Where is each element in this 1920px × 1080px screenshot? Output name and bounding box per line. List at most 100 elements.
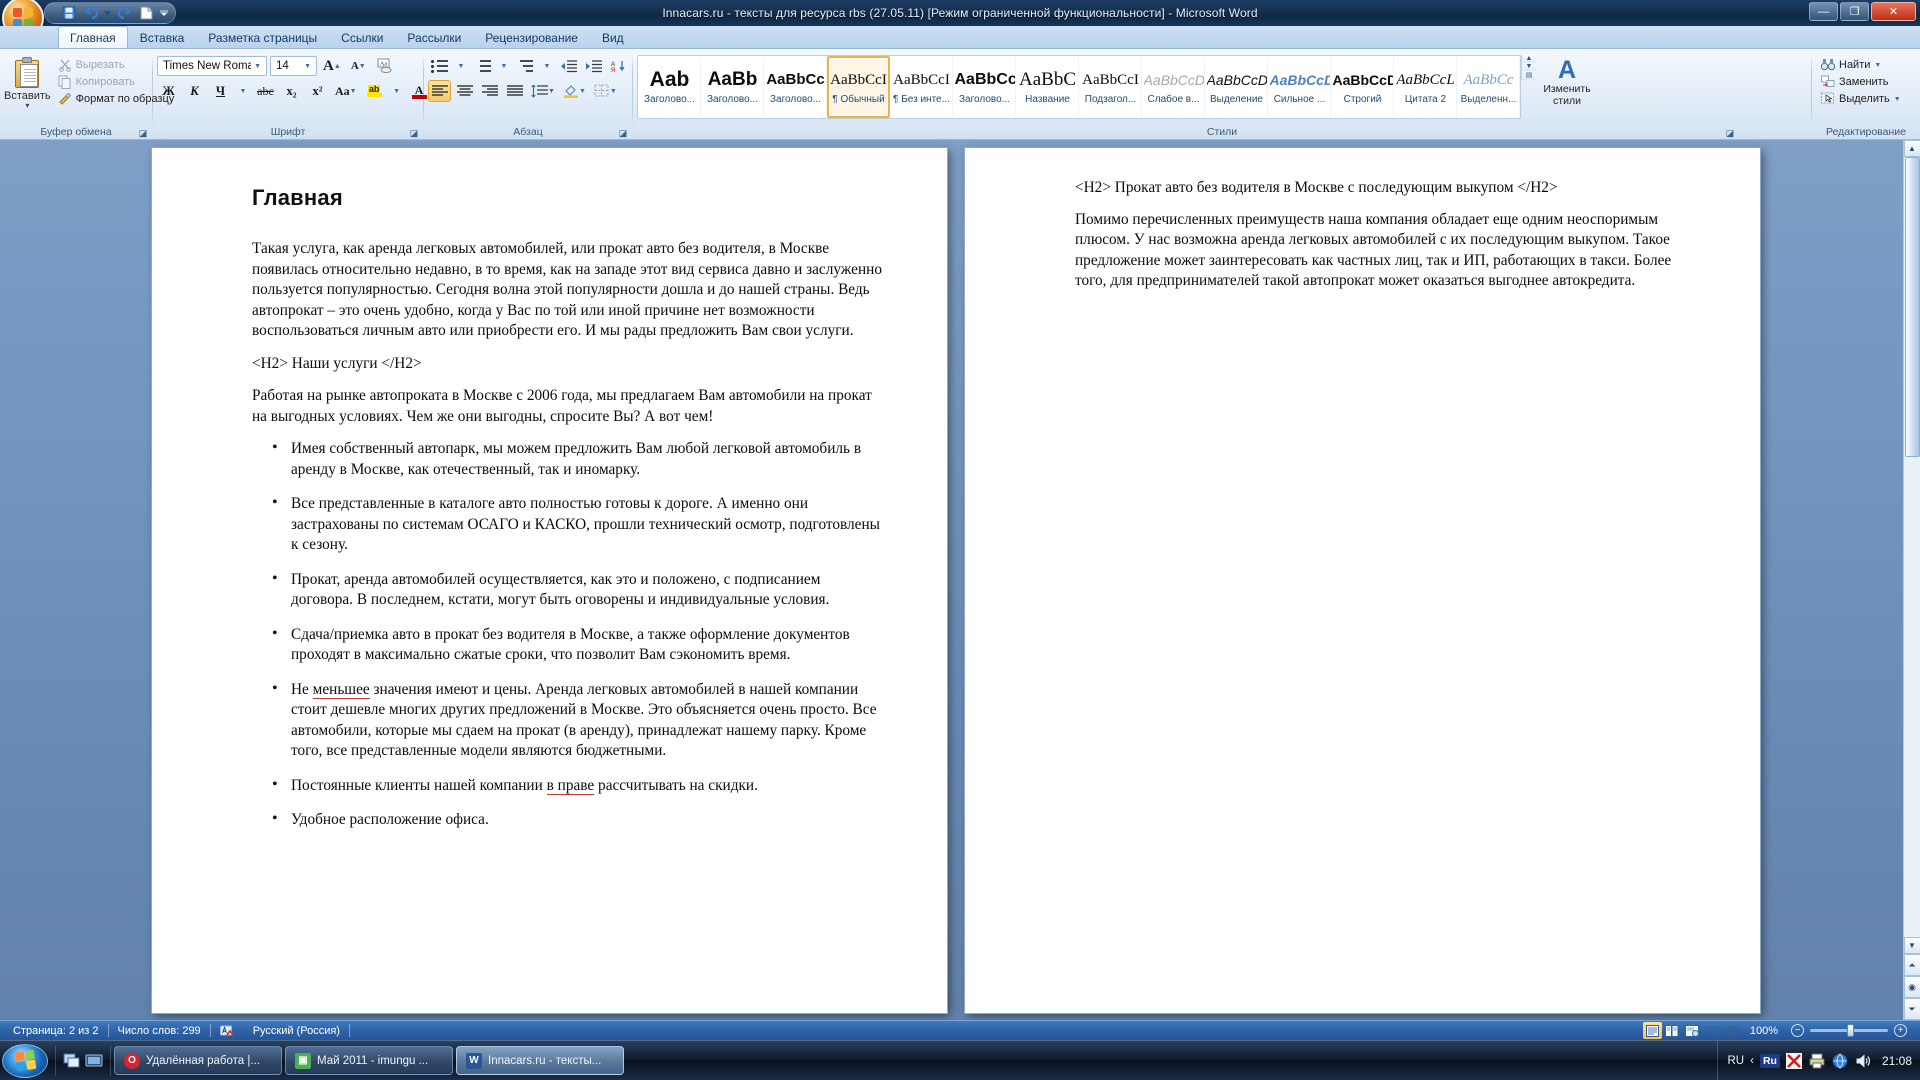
italic-button[interactable]: К: [183, 80, 206, 102]
style-item-8[interactable]: AaBbCcDСлабое в...: [1142, 56, 1205, 118]
tab-razmetka-stranicy[interactable]: Разметка страницы: [196, 27, 329, 48]
zoom-slider-handle[interactable]: [1847, 1024, 1854, 1037]
find-button[interactable]: Найти ▼: [1816, 57, 1906, 73]
scroll-down-button[interactable]: ▼: [1904, 937, 1920, 954]
tab-vstavka[interactable]: Вставка: [128, 27, 197, 48]
change-case-button[interactable]: Aa▼: [332, 80, 360, 102]
input-language-indicator[interactable]: RU: [1728, 1055, 1745, 1067]
numbering-dropdown[interactable]: ▼: [496, 55, 512, 77]
style-item-5[interactable]: AaBbCcЗаголово...: [953, 56, 1016, 118]
start-button[interactable]: [2, 1044, 48, 1078]
network-icon[interactable]: [1832, 1052, 1849, 1069]
style-item-9[interactable]: AaBbCcDВыделение: [1205, 56, 1268, 118]
highlight-dropdown[interactable]: ▼: [389, 80, 405, 102]
vertical-scrollbar[interactable]: ▲ ▼ ⏶ ◉ ⏷: [1903, 140, 1920, 1020]
sort-button[interactable]: AЯ: [607, 55, 630, 77]
align-left-button[interactable]: [428, 80, 451, 102]
taskbar-item-word[interactable]: W Innacars.ru - тексты...: [456, 1046, 624, 1075]
restore-button[interactable]: ❐: [1840, 2, 1869, 21]
subscript-button[interactable]: x₂: [280, 80, 303, 102]
borders-button[interactable]: ▼: [591, 80, 620, 102]
style-item-13[interactable]: AaBbCcВыделенн...: [1457, 56, 1520, 118]
align-right-button[interactable]: [478, 80, 501, 102]
select-browse-object-button[interactable]: ◉: [1904, 976, 1920, 998]
styles-scroll-down-button[interactable]: ▼: [1522, 63, 1536, 71]
previous-page-button[interactable]: ⏶: [1904, 954, 1920, 976]
style-item-7[interactable]: AaBbCcIПодзагол...: [1079, 56, 1142, 118]
scrollbar-thumb[interactable]: [1905, 157, 1920, 457]
superscript-button[interactable]: x²: [306, 80, 329, 102]
full-screen-reading-view-button[interactable]: [1663, 1022, 1682, 1039]
strikethrough-button[interactable]: abc: [254, 80, 277, 102]
outline-view-button[interactable]: [1703, 1022, 1722, 1039]
style-item-6[interactable]: AaBbCНазвание: [1016, 56, 1079, 118]
next-page-button[interactable]: ⏷: [1904, 998, 1920, 1020]
punto-switcher-lang-badge[interactable]: Ru: [1760, 1054, 1780, 1068]
select-button[interactable]: Выделить ▼: [1816, 91, 1906, 107]
text-highlight-button[interactable]: ab: [363, 80, 386, 102]
zoom-slider[interactable]: [1810, 1029, 1888, 1032]
shrink-font-button[interactable]: A▼: [347, 55, 370, 77]
justify-button[interactable]: [503, 80, 526, 102]
taskbar-item-explorer[interactable]: ▣ Май 2011 - imungu ...: [285, 1046, 453, 1075]
style-item-4[interactable]: AaBbCcI¶ Без инте...: [890, 56, 953, 118]
multilevel-list-button[interactable]: [514, 55, 537, 77]
scroll-up-button[interactable]: ▲: [1904, 140, 1920, 157]
style-item-2[interactable]: AaBbCcЗаголово...: [764, 56, 827, 118]
paragraph-dialog-launcher[interactable]: ◪: [617, 127, 629, 139]
line-spacing-button[interactable]: ▼: [528, 80, 558, 102]
draft-view-button[interactable]: [1723, 1022, 1742, 1039]
styles-more-button[interactable]: ▤: [1522, 71, 1536, 80]
font-name-combo[interactable]: Times New Roman ▼: [157, 56, 267, 76]
page-indicator[interactable]: Страница: 2 из 2: [4, 1022, 108, 1040]
styles-scroll-up-button[interactable]: ▲: [1522, 55, 1536, 63]
document-page-2[interactable]: <H2> Прокат авто без водителя в Москве с…: [965, 148, 1760, 1013]
change-styles-button[interactable]: A Изменить стили: [1536, 55, 1598, 107]
switch-windows-icon[interactable]: [85, 1052, 103, 1069]
minimize-button[interactable]: —: [1809, 2, 1838, 21]
styles-dialog-launcher[interactable]: ◪: [1724, 127, 1736, 139]
word-count[interactable]: Число слов: 299: [109, 1022, 210, 1040]
volume-icon[interactable]: [1855, 1052, 1872, 1069]
bullets-dropdown[interactable]: ▼: [453, 55, 469, 77]
replace-button[interactable]: Заменить: [1816, 74, 1906, 90]
document-page-1[interactable]: Главная Такая услуга, как аренда легковы…: [152, 148, 947, 1013]
clipboard-dialog-launcher[interactable]: ◪: [137, 127, 149, 139]
style-item-12[interactable]: AaBbCcLЦитата 2: [1394, 56, 1457, 118]
tray-expand-chevron-icon[interactable]: ‹: [1750, 1055, 1754, 1067]
proofing-status[interactable]: [211, 1022, 244, 1040]
zoom-out-button[interactable]: −: [1791, 1024, 1804, 1037]
zoom-in-button[interactable]: +: [1894, 1024, 1907, 1037]
style-item-0[interactable]: AabЗаголово...: [638, 56, 701, 118]
grow-font-button[interactable]: A▲: [320, 55, 344, 77]
paste-button[interactable]: Вставить ▾: [4, 55, 51, 109]
show-desktop-icon[interactable]: [63, 1052, 81, 1069]
bullets-button[interactable]: [428, 55, 451, 77]
font-dialog-launcher[interactable]: ◪: [408, 127, 420, 139]
print-layout-view-button[interactable]: [1643, 1022, 1662, 1039]
punto-switcher-icon[interactable]: [1786, 1052, 1803, 1069]
multilevel-dropdown[interactable]: ▼: [539, 55, 555, 77]
shading-button[interactable]: ▼: [560, 80, 589, 102]
tab-recenzirovanie[interactable]: Рецензирование: [473, 27, 590, 48]
language-indicator[interactable]: Русский (Россия): [244, 1022, 349, 1040]
printer-icon[interactable]: [1809, 1052, 1826, 1069]
close-button[interactable]: ✕: [1871, 2, 1916, 21]
underline-dropdown[interactable]: ▼: [235, 80, 251, 102]
font-size-combo[interactable]: 14 ▼: [270, 56, 317, 76]
style-item-11[interactable]: AaBbCcDСтрогий: [1331, 56, 1394, 118]
scrollbar-track[interactable]: [1904, 157, 1920, 937]
style-item-3[interactable]: AaBbCcI¶ Обычный: [827, 56, 890, 118]
style-item-1[interactable]: AaBbЗаголово...: [701, 56, 764, 118]
decrease-indent-button[interactable]: [557, 55, 580, 77]
tab-glavnaya[interactable]: Главная: [58, 26, 128, 48]
numbering-button[interactable]: [471, 55, 494, 77]
underline-button[interactable]: Ч: [209, 80, 232, 102]
increase-indent-button[interactable]: [582, 55, 605, 77]
tab-rassylki[interactable]: Рассылки: [395, 27, 473, 48]
paste-dropdown-icon[interactable]: ▾: [25, 102, 29, 109]
taskbar-item-opera[interactable]: O Удалённая работа |...: [114, 1046, 282, 1075]
web-layout-view-button[interactable]: [1683, 1022, 1702, 1039]
bold-button[interactable]: Ж: [157, 80, 180, 102]
taskbar-clock[interactable]: 21:08: [1878, 1054, 1912, 1068]
